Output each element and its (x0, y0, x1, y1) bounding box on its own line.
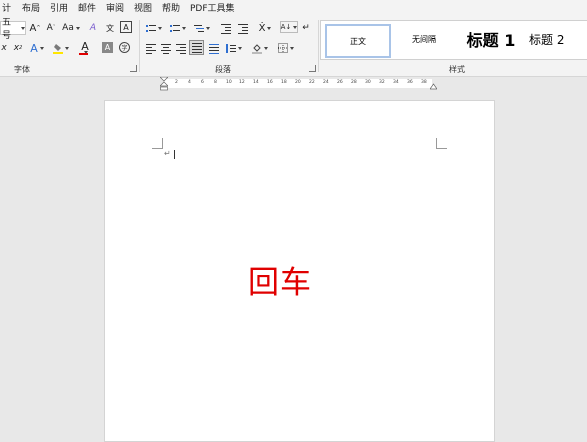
numbering-button[interactable] (168, 21, 188, 35)
paint-bucket-icon (252, 43, 262, 54)
paragraph-dialog-launcher[interactable] (309, 65, 316, 72)
justify-button[interactable] (189, 40, 204, 55)
multilevel-list-icon (194, 24, 204, 33)
menu-review[interactable]: 审阅 (106, 1, 124, 14)
document-page[interactable]: ↵ 回车 (104, 100, 495, 442)
ruler-tick: 30 (365, 80, 371, 85)
shrink-font-button[interactable]: Aˇ (44, 21, 58, 35)
ruler-tick: 34 (393, 80, 399, 85)
ribbon: 五号 A ^ Aˇ Aa A 文 A x x2 A A A 字 字体 Ẋ A↓ ↵ (0, 14, 587, 77)
ruler-tick: 12 (239, 80, 245, 85)
horizontal-ruler[interactable]: 2 4 6 8 10 12 14 16 18 20 22 24 26 28 30… (0, 77, 587, 91)
decrease-indent-icon (221, 23, 231, 34)
ruler-tick: 16 (267, 80, 273, 85)
chinese-layout-button[interactable]: Ẋ (255, 21, 275, 35)
menu-help[interactable]: 帮助 (162, 1, 180, 14)
decrease-indent-button[interactable] (219, 21, 233, 35)
paragraph-group-label: 段落 (215, 65, 231, 74)
multilevel-list-button[interactable] (192, 21, 212, 35)
ruler-tick: 20 (295, 80, 301, 85)
align-left-button[interactable] (144, 41, 157, 55)
menu-mailings[interactable]: 邮件 (78, 1, 96, 14)
change-case-button[interactable]: Aa (60, 21, 82, 35)
bullets-button[interactable] (144, 21, 164, 35)
clear-format-button[interactable]: A (86, 21, 100, 35)
ruler-tick: 4 (188, 80, 191, 85)
style-heading-1[interactable]: 标题 1 (459, 24, 523, 54)
phonetic-guide-button[interactable]: 文 (103, 21, 117, 35)
style-heading-2[interactable]: 标题 2 (529, 24, 587, 54)
paragraph-mark: ↵ (164, 149, 171, 158)
grow-font-button[interactable]: A ^ (28, 21, 42, 35)
chinese-layout-icon: Ẋ (258, 22, 266, 34)
ruler-tick: 22 (309, 80, 315, 85)
paragraph-mark-icon: ↵ (302, 23, 310, 33)
justify-icon (191, 43, 202, 53)
align-left-icon (145, 43, 156, 54)
ruler-tick: 10 (226, 80, 232, 85)
crop-mark-top-left (152, 138, 163, 149)
align-center-icon (160, 43, 171, 54)
font-color-swatch (79, 53, 88, 55)
styles-gallery: 正文 无间隔 标题 1 标题 2 (320, 20, 587, 60)
indent-marker-icon[interactable] (160, 77, 168, 91)
borders-icon (278, 43, 288, 53)
line-spacing-icon (226, 43, 236, 53)
ruler-tick: 2 (175, 80, 178, 85)
bullets-icon (146, 24, 156, 33)
ruler-tick: 32 (379, 80, 385, 85)
distributed-icon (208, 43, 219, 54)
distributed-button[interactable] (207, 41, 220, 55)
ruler-tick: 8 (214, 80, 217, 85)
ruler-tick: 14 (253, 80, 259, 85)
style-no-spacing[interactable]: 无间隔 (393, 24, 455, 54)
body-text[interactable]: 回车 (248, 257, 312, 302)
font-size-select[interactable]: 五号 (0, 18, 26, 41)
ruler-tick: 38 (421, 80, 427, 85)
borders-button[interactable] (276, 41, 296, 55)
align-right-button[interactable] (174, 41, 187, 55)
highlight-button[interactable] (52, 41, 70, 55)
align-right-icon (175, 43, 186, 54)
menu-layout[interactable]: 布局 (22, 1, 40, 14)
ruler-tick: 24 (323, 80, 329, 85)
ruler-tick: 18 (281, 80, 287, 85)
styles-group-label: 样式 (449, 65, 465, 74)
enclose-characters-button[interactable]: 字 (119, 42, 130, 53)
numbering-icon (170, 24, 180, 33)
character-shading-button[interactable]: A (102, 42, 113, 53)
right-indent-marker-icon[interactable] (430, 82, 437, 90)
ruler-tick: 26 (337, 80, 343, 85)
menu-design[interactable]: 计 (2, 1, 11, 14)
shading-button[interactable] (250, 41, 270, 55)
subscript-button[interactable]: x (0, 41, 8, 55)
font-dialog-launcher[interactable] (130, 65, 137, 72)
font-group-label: 字体 (14, 65, 30, 74)
menu-pdf-tools[interactable]: PDF工具集 (190, 1, 235, 14)
align-center-button[interactable] (159, 41, 172, 55)
menu-references[interactable]: 引用 (50, 1, 68, 14)
character-border-button[interactable]: A (120, 21, 132, 33)
divider (318, 20, 319, 72)
show-marks-button[interactable]: ↵ (300, 21, 312, 35)
ruler-tick: 6 (201, 80, 204, 85)
ruler-tick: 28 (351, 80, 357, 85)
line-spacing-button[interactable] (224, 41, 244, 55)
style-normal[interactable]: 正文 (325, 24, 391, 58)
menu-view[interactable]: 视图 (134, 1, 152, 14)
highlighter-icon (53, 43, 63, 54)
divider (139, 20, 140, 72)
menu-bar: 计 布局 引用 邮件 审阅 视图 帮助 PDF工具集 (0, 0, 587, 14)
sort-button[interactable]: A↓ (280, 21, 298, 33)
crop-mark-top-right (436, 138, 447, 149)
text-caret (174, 150, 175, 159)
increase-indent-button[interactable] (236, 21, 250, 35)
text-effect-button[interactable]: A (28, 41, 46, 55)
increase-indent-icon (238, 23, 248, 34)
superscript-button[interactable]: x2 (12, 41, 24, 55)
ruler-tick: 36 (407, 80, 413, 85)
